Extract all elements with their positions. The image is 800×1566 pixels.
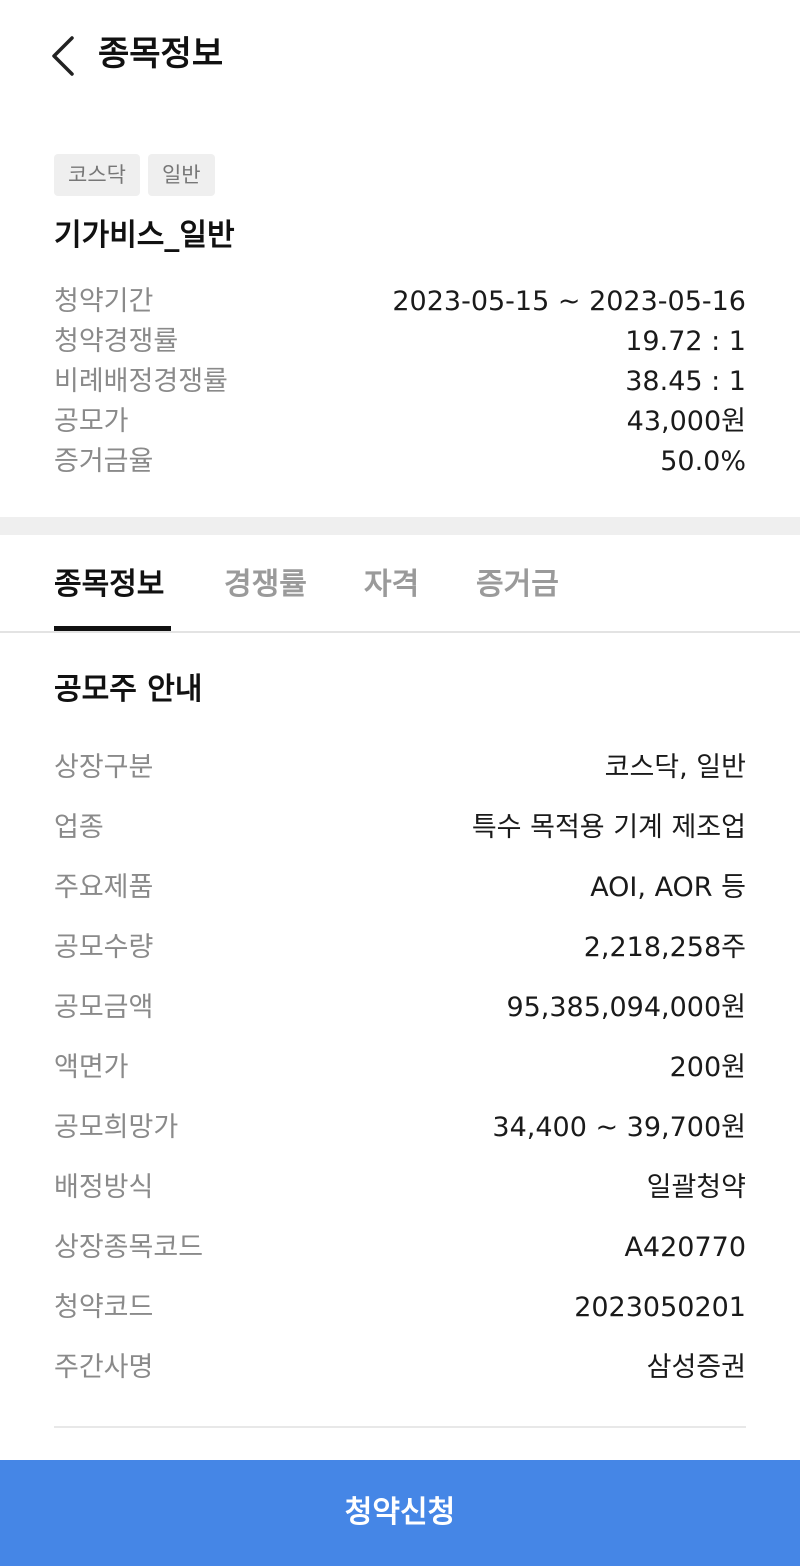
info-label: 공모수량 <box>54 932 154 963</box>
info-value: 삼성증권 <box>646 1352 746 1383</box>
info-value: 코스닥, 일반 <box>604 752 746 783</box>
summary-label: 증거금율 <box>54 446 154 477</box>
info-label: 상장종목코드 <box>54 1232 204 1263</box>
stock-name: 기가비스_일반 <box>54 218 235 253</box>
tab-eligibility[interactable]: 자격 <box>364 563 419 607</box>
section-divider <box>0 517 800 535</box>
info-row: 상장구분 코스닥, 일반 <box>54 738 746 798</box>
market-badge: 코스닥 <box>54 154 140 196</box>
info-value: 2,218,258주 <box>583 932 746 963</box>
info-label: 액면가 <box>54 1052 129 1083</box>
summary-label: 청약기간 <box>54 286 154 317</box>
summary-value: 50.0% <box>660 446 746 477</box>
tab-bar: 종목정보 경쟁률 자격 증거금 <box>0 535 800 633</box>
summary-value: 2023-05-15 ~ 2023-05-16 <box>392 286 746 317</box>
info-label: 배정방식 <box>54 1172 154 1203</box>
summary-row: 증거금율 50.0% <box>54 442 746 482</box>
subscription-summary: 청약기간 2023-05-15 ~ 2023-05-16 청약경쟁률 19.72… <box>54 282 746 482</box>
info-label: 공모금액 <box>54 992 154 1023</box>
info-row: 배정방식 일괄청약 <box>54 1158 746 1218</box>
summary-label: 청약경쟁률 <box>54 326 179 357</box>
info-row: 주간사명 삼성증권 <box>54 1338 746 1398</box>
summary-row: 청약경쟁률 19.72 : 1 <box>54 322 746 362</box>
info-value: 일괄청약 <box>646 1172 746 1203</box>
market-badges: 코스닥 일반 <box>54 154 215 196</box>
info-label: 청약코드 <box>54 1292 154 1323</box>
info-value: 34,400 ~ 39,700원 <box>492 1112 746 1143</box>
active-tab-indicator <box>54 626 171 631</box>
ipo-info-list: 상장구분 코스닥, 일반 업종 특수 목적용 기계 제조업 주요제품 AOI, … <box>54 738 746 1398</box>
info-label: 업종 <box>54 812 104 843</box>
info-value: 200원 <box>669 1052 746 1083</box>
info-label: 주요제품 <box>54 872 154 903</box>
info-row: 업종 특수 목적용 기계 제조업 <box>54 798 746 858</box>
info-row: 청약코드 2023050201 <box>54 1278 746 1338</box>
summary-value: 43,000원 <box>626 406 746 437</box>
tab-stock-info[interactable]: 종목정보 <box>54 563 164 607</box>
info-value: 특수 목적용 기계 제조업 <box>471 812 746 843</box>
section-title: 공모주 안내 <box>54 672 203 707</box>
info-label: 공모희망가 <box>54 1112 179 1143</box>
info-row: 공모금액 95,385,094,000원 <box>54 978 746 1038</box>
info-value: 2023050201 <box>574 1292 746 1323</box>
summary-row: 청약기간 2023-05-15 ~ 2023-05-16 <box>54 282 746 322</box>
info-row: 공모수량 2,218,258주 <box>54 918 746 978</box>
tab-deposit[interactable]: 증거금 <box>476 563 559 607</box>
info-value: AOI, AOR 등 <box>590 872 746 903</box>
summary-value: 38.45 : 1 <box>625 366 746 397</box>
summary-label: 공모가 <box>54 406 129 437</box>
header: 종목정보 <box>0 0 800 110</box>
summary-row: 공모가 43,000원 <box>54 402 746 442</box>
chevron-left-icon[interactable] <box>48 34 82 78</box>
divider <box>54 1426 746 1428</box>
info-value: 95,385,094,000원 <box>506 992 746 1023</box>
info-value: A420770 <box>624 1232 746 1263</box>
info-row: 공모희망가 34,400 ~ 39,700원 <box>54 1098 746 1158</box>
tab-competition-rate[interactable]: 경쟁률 <box>224 563 307 607</box>
summary-row: 비례배정경쟁률 38.45 : 1 <box>54 362 746 402</box>
apply-subscription-button[interactable]: 청약신청 <box>0 1460 800 1566</box>
summary-label: 비례배정경쟁률 <box>54 366 228 397</box>
info-row: 상장종목코드 A420770 <box>54 1218 746 1278</box>
info-row: 주요제품 AOI, AOR 등 <box>54 858 746 918</box>
page-title: 종목정보 <box>98 34 224 74</box>
info-row: 액면가 200원 <box>54 1038 746 1098</box>
type-badge: 일반 <box>147 154 215 196</box>
info-label: 상장구분 <box>54 752 154 783</box>
info-label: 주간사명 <box>54 1352 154 1383</box>
summary-value: 19.72 : 1 <box>625 326 746 357</box>
